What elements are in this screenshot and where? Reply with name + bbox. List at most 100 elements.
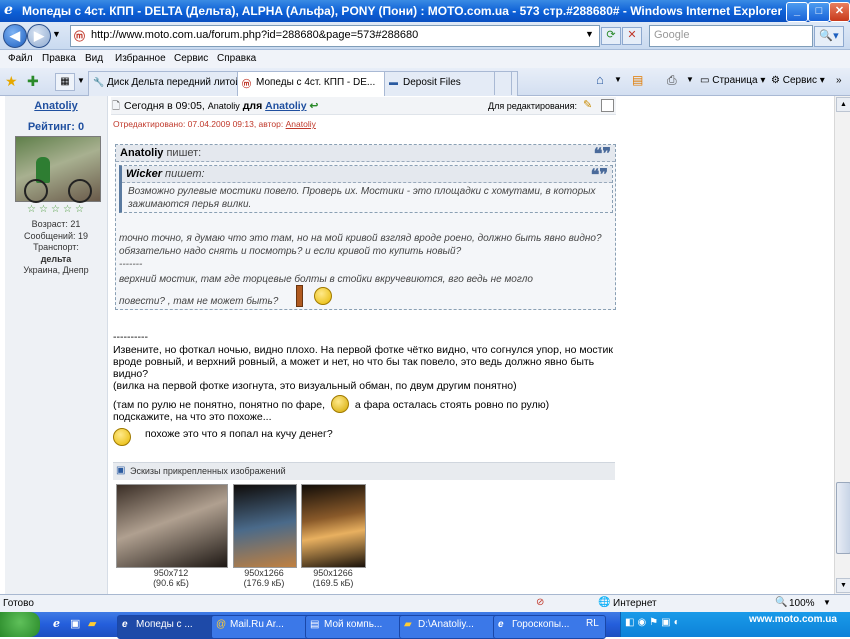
forward-button[interactable]: ▶ <box>27 24 51 48</box>
rating-star-icon: ☆ <box>39 204 48 215</box>
history-dropdown-icon[interactable]: ▼ <box>52 29 61 39</box>
post-paragraph-2: (вилка на первой фотке изогнута, это виз… <box>113 380 517 392</box>
refresh-icon[interactable]: ⟳ <box>601 27 621 45</box>
user-avatar[interactable] <box>15 136 101 203</box>
edit-pencil-icon[interactable]: ✎ <box>583 98 592 111</box>
post-paragraph-3: (там по рулю не понятно, понятно по фаре… <box>113 399 550 411</box>
url-field[interactable]: ⓜ http://www.moto.com.ua/forum.php?id=28… <box>70 25 600 47</box>
task-folder-icon: ▰ <box>404 619 412 630</box>
quote-mark-icon: ❝❞ <box>593 144 611 163</box>
post-paragraph-5: похоже это что я попал на кучу денег? <box>145 428 333 440</box>
add-favorites-icon[interactable]: ✚ <box>27 73 39 90</box>
service-menu[interactable]: ⚙ Сервис ▾ <box>771 75 825 86</box>
home-icon[interactable]: ⌂ <box>596 72 604 87</box>
new-tab-button[interactable] <box>494 71 512 95</box>
tab-list-dropdown-icon[interactable]: ▼ <box>77 76 85 85</box>
user-name-link[interactable]: Anatoliy <box>5 100 107 112</box>
menu-edit[interactable]: Правка <box>42 53 76 64</box>
attachments-header: ▣ Эскизы прикрепленных изображений <box>113 462 615 480</box>
print-dropdown-icon[interactable]: ▼ <box>686 75 694 84</box>
menu-tools[interactable]: Сервис <box>174 53 208 64</box>
attachment-thumb-2[interactable] <box>233 484 297 568</box>
page-menu[interactable]: ▭ Страница ▾ <box>700 75 765 86</box>
attachment-thumb-1[interactable] <box>116 484 228 568</box>
reply-arrow-icon[interactable]: ↩ <box>309 100 318 112</box>
toolbar-overflow-icon[interactable]: » <box>836 75 842 86</box>
watermark: www.moto.com.ua <box>749 614 837 625</box>
system-tray: ◧◉⚑▣◐ www.moto.com.ua <box>620 612 850 637</box>
close-button[interactable]: ✕ <box>829 2 850 22</box>
scroll-thumb[interactable] <box>836 482 850 554</box>
user-details: Возраст: 21 Сообщений: 19 Транспорт: дел… <box>5 219 107 277</box>
ie-logo-icon: e <box>4 2 13 18</box>
post-separator: ---------- <box>113 331 148 343</box>
task-ie-icon: e <box>498 619 504 630</box>
post-paragraph-4: подскажите, на что это похоже... <box>113 411 272 423</box>
privacy-icon[interactable]: ⊘ <box>536 597 544 608</box>
attachment-caption-2: 950x1266 (176.9 кБ) <box>243 568 285 588</box>
quicklaunch-folder-icon[interactable]: ▰ <box>88 617 96 630</box>
quick-tabs-icon[interactable]: ▦ <box>55 73 75 91</box>
zone-text: Интернет <box>613 598 657 609</box>
gear-icon: ⚙ <box>771 75 783 86</box>
outer-quote-text-2: верхний мостик, там где торцевые болты в… <box>119 274 533 307</box>
tab-favicon-icon: ⓜ <box>242 79 252 89</box>
attachment-thumb-3[interactable] <box>301 484 366 568</box>
menu-help[interactable]: Справка <box>217 53 256 64</box>
user-rating: Рейтинг: 0 <box>27 121 85 133</box>
zoom-icon[interactable]: 🔍 <box>775 597 787 608</box>
post-paragraph-1: Извените, но фоткал ночью, видно плохо. … <box>113 344 613 380</box>
addressee-link[interactable]: Anatoliy <box>265 100 306 112</box>
zoom-dropdown-icon[interactable]: ▼ <box>823 598 831 607</box>
edited-by-link[interactable]: Anatoliy <box>286 119 316 129</box>
tray-icons[interactable]: ◧◉⚑▣◐ <box>625 617 683 628</box>
window-title-bar[interactable]: e Мопеды с 4ст. КПП - DELTA (Дельта), AL… <box>0 0 850 22</box>
page-content: Anatoliy Рейтинг: 0 ☆ ☆ ☆ ☆ ☆ Возраст: 2… <box>0 96 834 594</box>
post-body: ---------- Извените, но фоткал ночью, ви… <box>113 331 613 440</box>
zoom-level[interactable]: 100% <box>789 598 815 609</box>
quicklaunch-ie-icon[interactable]: e <box>53 617 60 630</box>
rating-star-icon: ☆ <box>51 204 60 215</box>
scroll-down-icon[interactable]: ▼ <box>836 578 850 593</box>
inner-quote: Wicker пишет: ❝❞ Возможно рулевые мостик… <box>119 165 613 213</box>
maximize-button[interactable]: □ <box>808 2 830 22</box>
select-post-checkbox[interactable] <box>601 99 614 112</box>
glasses-smiley-icon <box>331 395 349 413</box>
outer-quote-header: Anatoliy пишет: ❝❞ <box>116 144 615 163</box>
avatar-wheel <box>24 179 48 203</box>
language-indicator[interactable]: RL <box>586 618 599 629</box>
favorites-star-icon[interactable]: ★ <box>5 73 18 90</box>
task-mail-icon: @ <box>216 619 227 630</box>
menu-favorites[interactable]: Избранное <box>115 53 166 64</box>
rating-star-icon: ☆ <box>27 204 36 215</box>
window-title: Мопеды с 4ст. КПП - DELTA (Дельта), ALPH… <box>22 4 783 18</box>
quicklaunch-desktop-icon[interactable]: ▣ <box>70 617 80 630</box>
user-info-column: Anatoliy Рейтинг: 0 ☆ ☆ ☆ ☆ ☆ Возраст: 2… <box>5 96 108 594</box>
globe-icon: 🌐 <box>598 597 611 608</box>
url-dropdown-icon[interactable]: ▼ <box>585 29 594 39</box>
vertical-scrollbar[interactable]: ▲ ▼ <box>834 96 850 594</box>
attachment-caption-3: 950x1266 (169.5 кБ) <box>312 568 354 588</box>
search-input[interactable]: Google <box>649 25 813 47</box>
taskbar: e ▣ ▰ e Мопеды с ... @ Mail.Ru Ar... ▤ Мой … <box>0 612 850 639</box>
search-go-icon[interactable]: 🔍▾ <box>814 26 844 47</box>
menu-file[interactable]: Файл <box>8 53 33 64</box>
menu-view[interactable]: Вид <box>85 53 103 64</box>
outer-quote: Anatoliy пишет: ❝❞ Wicker пишет: ❝❞ Возм… <box>115 144 616 310</box>
scroll-up-icon[interactable]: ▲ <box>836 97 850 112</box>
task-computer-icon: ▤ <box>310 619 320 630</box>
user-transport: дельта <box>40 253 72 264</box>
back-button[interactable]: ◀ <box>3 24 27 48</box>
stop-icon[interactable]: ✕ <box>622 27 642 45</box>
attachment-caption-1: 950x712 (90.6 кБ) <box>153 568 189 588</box>
post-icon: 🗋 <box>112 101 121 112</box>
edited-note: Отредактировано: 07.04.2009 09:13, автор… <box>113 119 316 129</box>
feeds-icon[interactable]: ▤ <box>632 73 643 87</box>
images-icon: ▣ <box>116 465 126 476</box>
home-dropdown-icon[interactable]: ▼ <box>614 75 622 84</box>
start-button[interactable] <box>0 612 40 637</box>
print-icon[interactable]: ⎙ <box>667 73 677 88</box>
minimize-button[interactable]: _ <box>786 2 808 22</box>
page-icon: ▭ <box>700 75 713 86</box>
inner-quote-text: Возможно рулевые мостики повело. Проверь… <box>128 186 596 210</box>
